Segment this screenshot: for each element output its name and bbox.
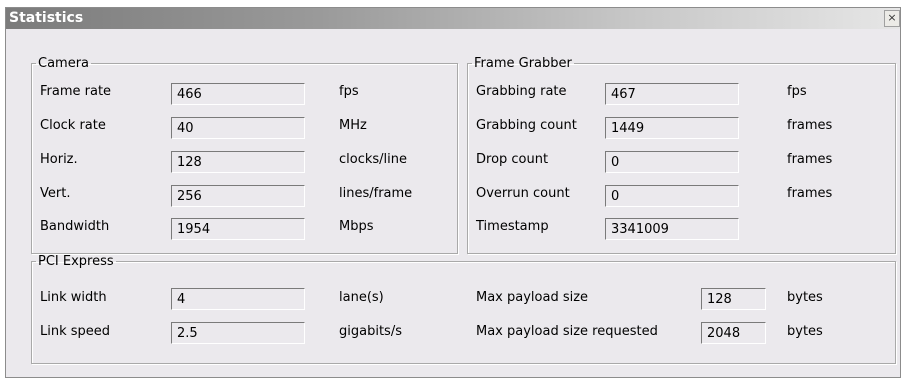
link-speed-label: Link speed bbox=[40, 324, 111, 339]
bandwidth-label: Bandwidth bbox=[40, 219, 110, 234]
grabbing-count-unit: frames bbox=[787, 118, 833, 133]
close-icon: × bbox=[887, 11, 897, 24]
bandwidth-value: 1954 bbox=[171, 218, 305, 240]
statistics-window: Statistics × Camera Frame rate 466 fps C… bbox=[5, 7, 901, 378]
max-payload-size-unit: bytes bbox=[787, 290, 823, 305]
max-payload-requested-unit: bytes bbox=[787, 324, 823, 339]
grabbing-count-label: Grabbing count bbox=[476, 118, 577, 133]
window-title: Statistics bbox=[9, 10, 84, 26]
frame-rate-value: 466 bbox=[171, 83, 305, 105]
grabbing-count-value: 1449 bbox=[605, 117, 739, 139]
pci-express-legend: PCI Express bbox=[38, 254, 114, 269]
timestamp-label: Timestamp bbox=[476, 219, 549, 234]
overrun-count-value: 0 bbox=[605, 185, 739, 207]
max-payload-size-label: Max payload size bbox=[476, 290, 589, 305]
link-speed-unit: gigabits/s bbox=[339, 324, 402, 339]
link-width-value: 4 bbox=[171, 288, 305, 310]
clock-rate-unit: MHz bbox=[339, 118, 367, 133]
grabbing-rate-value: 467 bbox=[605, 83, 739, 105]
camera-legend: Camera bbox=[38, 56, 90, 71]
pci-express-group: PCI Express bbox=[31, 254, 896, 364]
max-payload-requested-label: Max payload size requested bbox=[476, 324, 658, 339]
clock-rate-label: Clock rate bbox=[40, 118, 106, 133]
overrun-count-label: Overrun count bbox=[476, 186, 570, 201]
link-speed-value: 2.5 bbox=[171, 322, 305, 344]
frame-rate-label: Frame rate bbox=[40, 84, 112, 99]
close-button[interactable]: × bbox=[884, 10, 900, 27]
bandwidth-unit: Mbps bbox=[339, 219, 374, 234]
horiz-label: Horiz. bbox=[40, 152, 78, 167]
frame-rate-unit: fps bbox=[339, 84, 359, 99]
max-payload-requested-value: 2048 bbox=[701, 322, 766, 344]
horiz-value: 128 bbox=[171, 151, 305, 173]
timestamp-value: 3341009 bbox=[605, 218, 739, 240]
link-width-label: Link width bbox=[40, 290, 107, 305]
grabbing-rate-unit: fps bbox=[787, 84, 807, 99]
title-bar[interactable]: Statistics × bbox=[6, 8, 900, 29]
vert-value: 256 bbox=[171, 185, 305, 207]
grabbing-rate-label: Grabbing rate bbox=[476, 84, 567, 99]
max-payload-size-value: 128 bbox=[701, 288, 766, 310]
vert-label: Vert. bbox=[40, 186, 71, 201]
vert-unit: lines/frame bbox=[339, 186, 413, 201]
horiz-unit: clocks/line bbox=[339, 152, 408, 167]
frame-grabber-legend: Frame Grabber bbox=[474, 56, 572, 71]
drop-count-value: 0 bbox=[605, 151, 739, 173]
drop-count-unit: frames bbox=[787, 152, 833, 167]
overrun-count-unit: frames bbox=[787, 186, 833, 201]
link-width-unit: lane(s) bbox=[339, 290, 384, 305]
drop-count-label: Drop count bbox=[476, 152, 549, 167]
clock-rate-value: 40 bbox=[171, 117, 305, 139]
